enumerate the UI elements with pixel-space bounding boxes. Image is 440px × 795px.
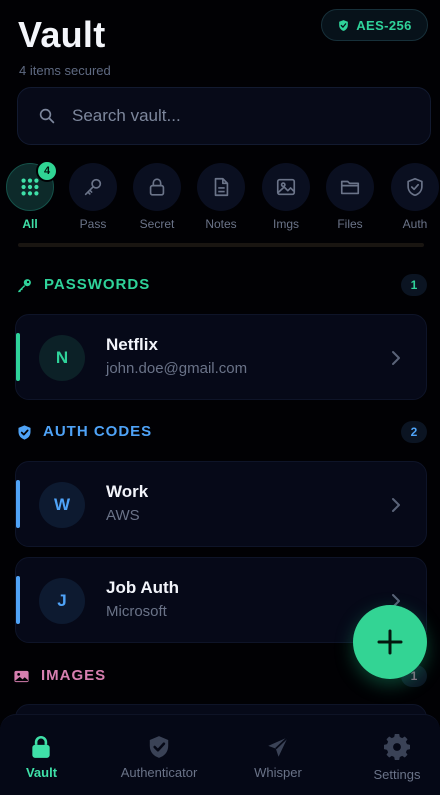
gear-icon — [384, 734, 410, 760]
filter-images[interactable]: Imgs — [256, 160, 316, 240]
search-icon — [39, 108, 55, 124]
section-count-badge: 2 — [401, 421, 427, 443]
add-item-button[interactable] — [353, 605, 427, 679]
nav-label: Whisper — [254, 765, 302, 780]
filter-all[interactable]: 4 All — [0, 160, 60, 240]
lock-icon — [149, 178, 165, 196]
header: Vault 4 items secured AES-256 — [0, 0, 440, 80]
filter-label: Imgs — [272, 217, 299, 231]
avatar: J — [39, 578, 85, 624]
section-title: AUTH CODES — [43, 423, 153, 440]
nav-label: Settings — [373, 767, 421, 782]
item-name: Netflix — [106, 335, 158, 354]
filter-secret[interactable]: Secret — [127, 160, 187, 240]
nav-label: Authenticator — [120, 765, 198, 780]
filter-pass[interactable]: Pass — [63, 160, 123, 240]
filter-label: All — [22, 217, 38, 231]
nav-vault[interactable]: Vault — [0, 715, 83, 795]
item-subtitle: john.doe@gmail.com — [106, 360, 248, 377]
filter-scroll-indicator — [18, 243, 424, 247]
filter-label: Auth — [402, 217, 428, 231]
chevron-right-icon — [392, 498, 400, 512]
item-name: Job Auth — [106, 578, 180, 597]
filter-label: Notes — [205, 217, 237, 231]
item-accent-bar — [16, 333, 20, 381]
key-icon — [18, 279, 31, 293]
image-icon — [276, 178, 296, 196]
key-icon — [84, 178, 102, 196]
nav-label: Vault — [25, 765, 58, 780]
lock-icon — [32, 736, 50, 758]
chevron-right-icon — [392, 351, 400, 365]
document-icon — [214, 177, 229, 197]
plus-icon — [377, 629, 403, 655]
shield-icon — [339, 19, 349, 31]
image-icon — [14, 670, 29, 683]
encryption-label: AES-256 — [356, 17, 412, 33]
item-subtitle: Microsoft — [106, 603, 167, 620]
filter-notes[interactable]: Notes — [191, 160, 251, 240]
section-passwords: PASSWORDS 1 — [0, 270, 440, 300]
shield-check-icon — [149, 736, 169, 758]
section-auth-codes: AUTH CODES 2 — [0, 417, 440, 447]
folder-icon — [340, 180, 360, 195]
nav-settings[interactable]: Settings — [357, 715, 437, 795]
nav-whisper[interactable]: Whisper — [235, 715, 321, 795]
item-accent-bar — [16, 480, 20, 528]
search-input[interactable] — [72, 106, 402, 126]
filter-auth[interactable]: Auth — [385, 160, 440, 240]
vault-item-work[interactable]: W Work AWS — [15, 461, 427, 547]
section-title: IMAGES — [41, 667, 107, 684]
section-count-badge: 1 — [401, 274, 427, 296]
category-filters: 4 All Pass Secret Notes Imgs Files Auth — [0, 160, 440, 240]
items-count-subtitle: 4 items secured — [19, 63, 111, 78]
shield-icon — [407, 177, 423, 197]
filter-files[interactable]: Files — [320, 160, 380, 240]
avatar: N — [39, 335, 85, 381]
filter-label: Secret — [139, 217, 175, 231]
vault-item-netflix[interactable]: N Netflix john.doe@gmail.com — [15, 314, 427, 400]
search-bar[interactable] — [17, 87, 431, 145]
grid-icon — [21, 178, 39, 196]
filter-label: Files — [337, 217, 363, 231]
item-accent-bar — [16, 576, 20, 624]
shield-check-icon — [18, 425, 31, 440]
item-name: Work — [106, 482, 149, 501]
filter-count-badge: 4 — [36, 160, 58, 182]
page-title: Vault — [18, 14, 106, 55]
filter-label: Pass — [79, 217, 107, 231]
item-subtitle: AWS — [106, 507, 140, 524]
encryption-badge: AES-256 — [321, 9, 428, 41]
paper-plane-icon — [268, 736, 289, 757]
bottom-navigation: Vault Authenticator Whisper Settings — [0, 714, 440, 795]
section-title: PASSWORDS — [44, 276, 151, 293]
avatar: W — [39, 482, 85, 528]
nav-authenticator[interactable]: Authenticator — [106, 715, 212, 795]
